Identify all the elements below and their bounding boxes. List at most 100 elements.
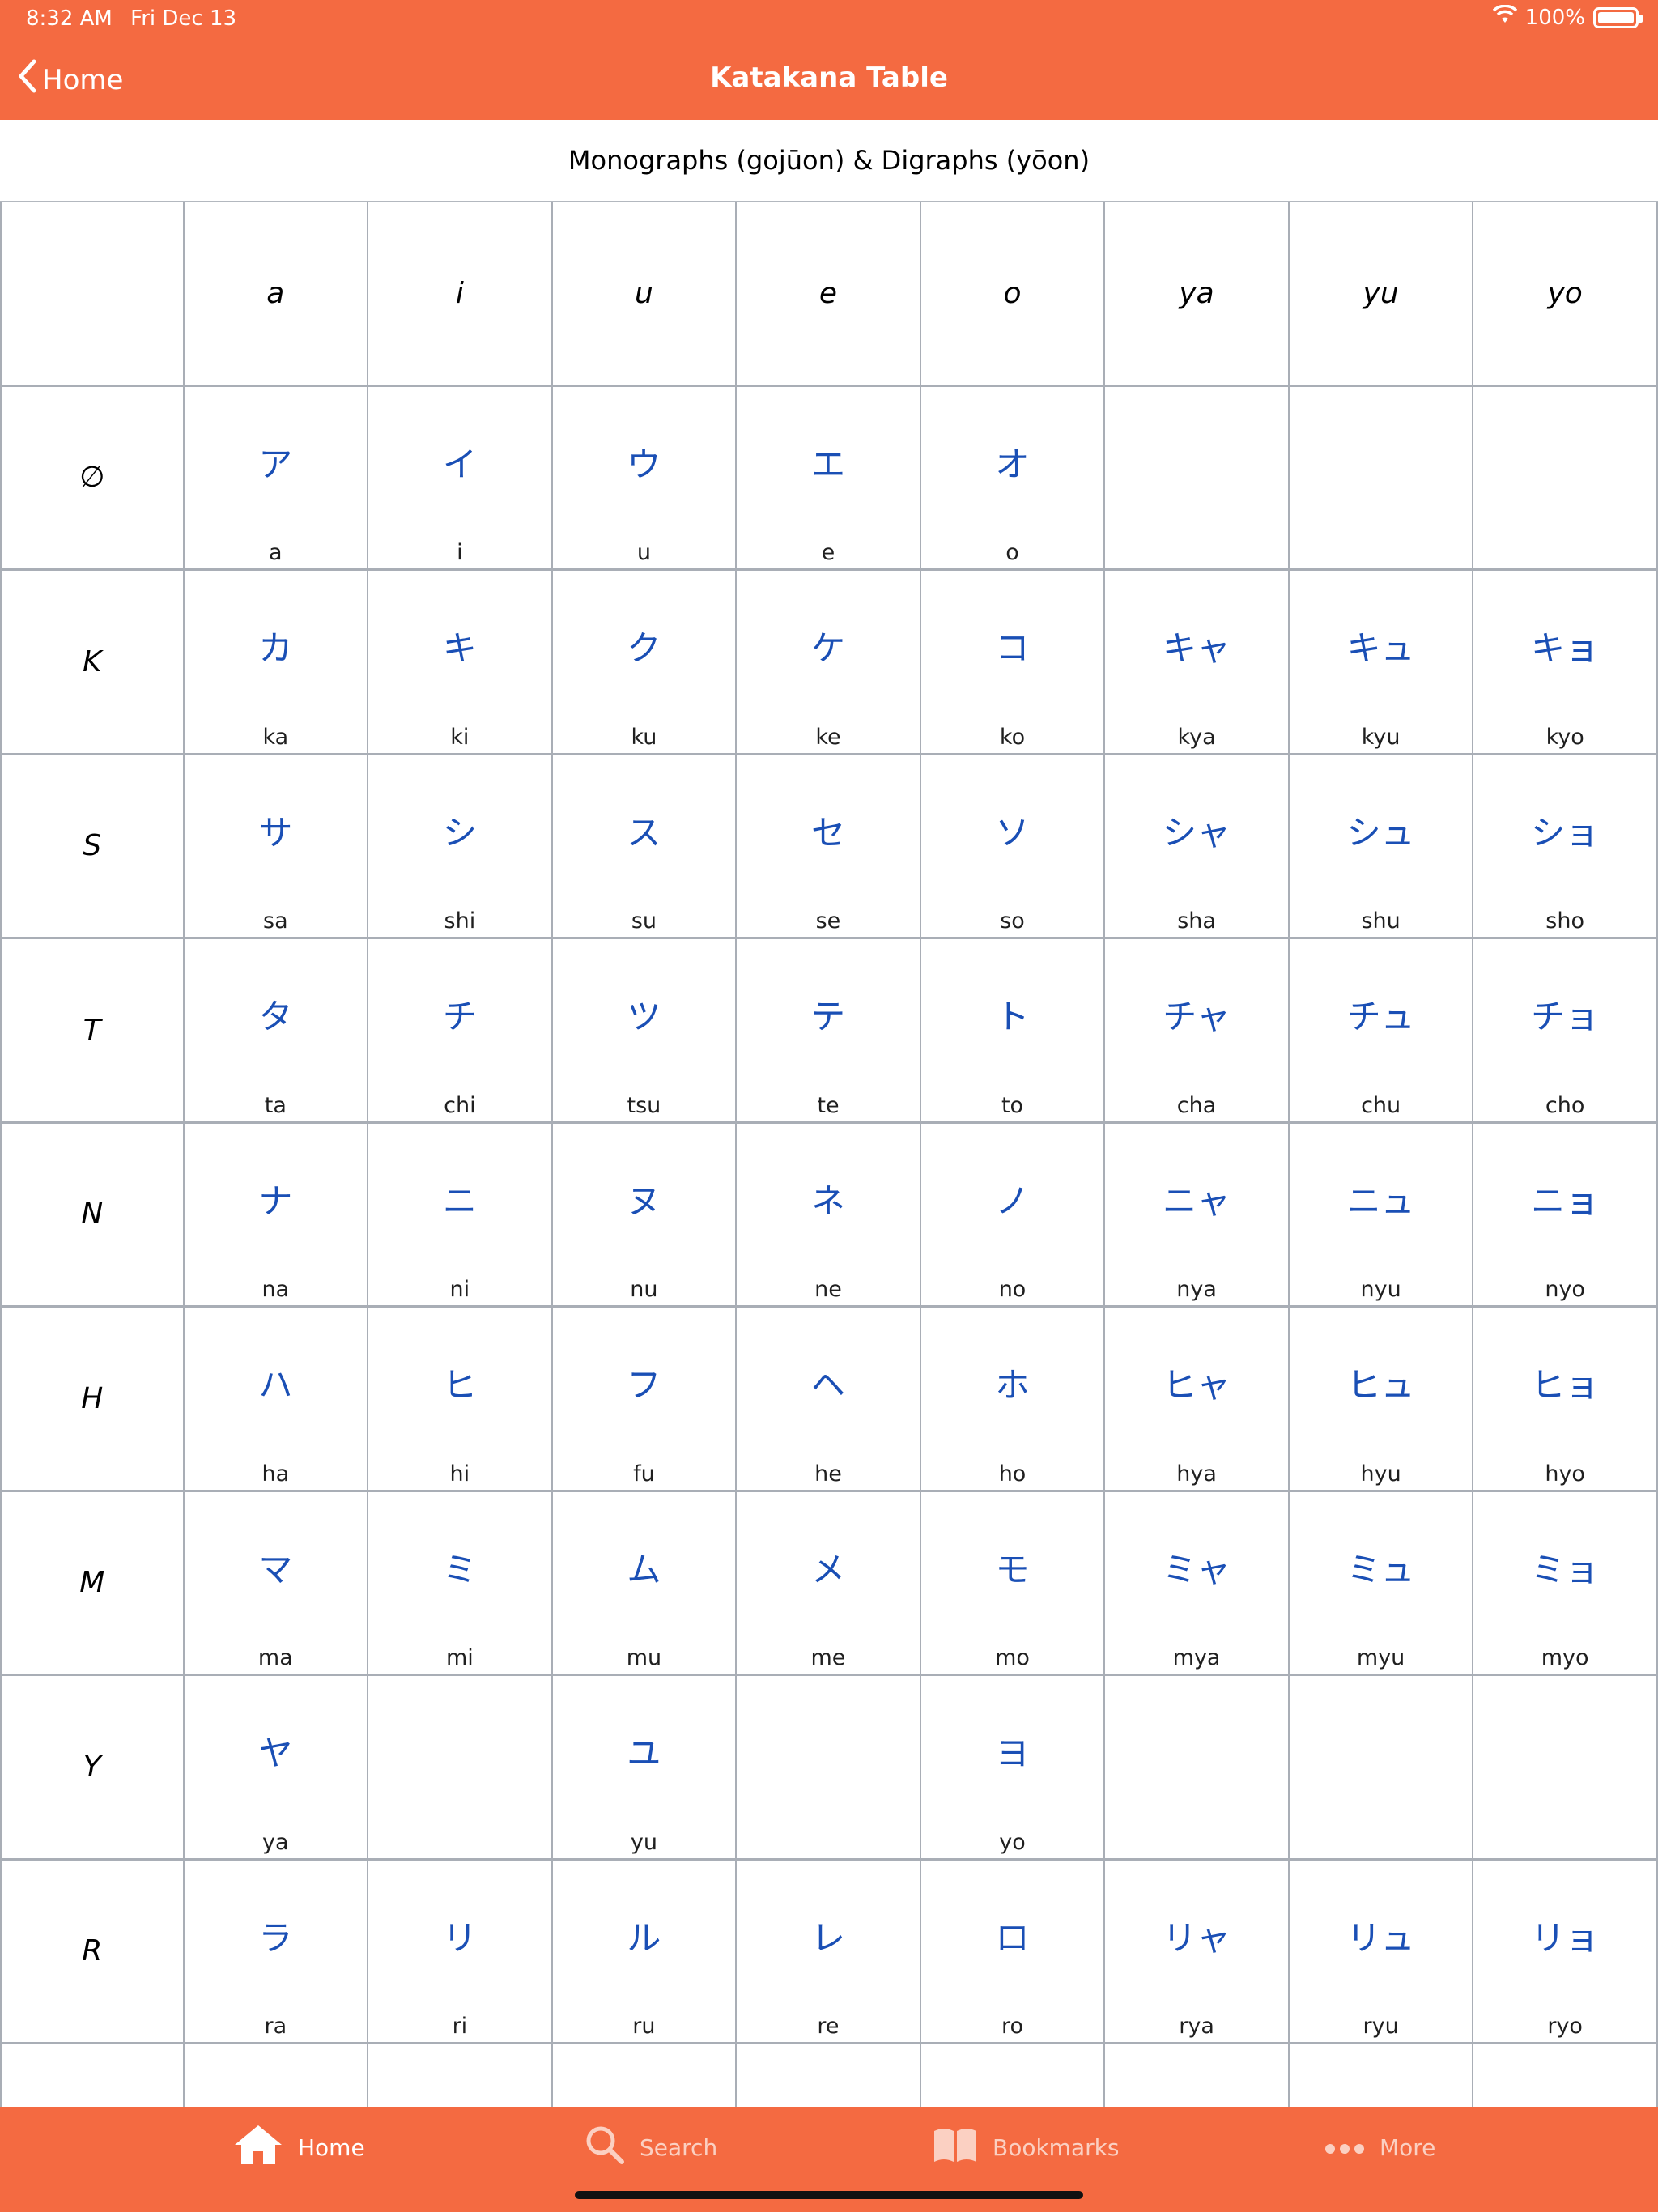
kana-cell[interactable]: ショ sho (1473, 755, 1658, 939)
kana-cell[interactable]: ニャ nya (1105, 1123, 1290, 1308)
kana-cell[interactable]: フ fu (552, 1308, 738, 1492)
tab-search[interactable]: Search (585, 2107, 717, 2188)
home-indicator (575, 2191, 1083, 2199)
kana-glyph: サ (258, 812, 293, 853)
kana-cell[interactable]: ヤ ya (184, 1676, 369, 1861)
kana-cell[interactable]: エe (737, 386, 921, 571)
status-clock: 8:32 AM (26, 6, 113, 31)
kana-cell[interactable]: ニョ nyo (1473, 1123, 1658, 1308)
romaji-label: chu (1361, 1092, 1401, 1118)
kana-cell[interactable]: ス su (552, 755, 738, 939)
kana-cell[interactable]: タ ta (184, 939, 369, 1124)
kana-cell[interactable]: ヨ yo (920, 1676, 1106, 1861)
kana-cell[interactable]: ミョ myo (1473, 1491, 1658, 1676)
kana-cell[interactable]: オo (920, 386, 1106, 571)
kana-cell[interactable]: ヒャ hya (1105, 1308, 1290, 1492)
kana-cell[interactable]: ヘ he (737, 1308, 921, 1492)
romaji-label: ryo (1547, 2014, 1583, 2039)
kana-cell[interactable]: ク ku (552, 571, 738, 755)
kana-cell[interactable]: ラ ra (184, 1860, 369, 2044)
kana-cell[interactable]: ミ mi (368, 1491, 553, 1676)
kana-cell[interactable]: リャ rya (1105, 1860, 1290, 2044)
kana-cell[interactable]: ネ ne (737, 1123, 921, 1308)
kana-cell[interactable]: ノ no (920, 1123, 1106, 1308)
romaji-label: sha (1177, 908, 1216, 934)
kana-cell[interactable]: サ sa (184, 755, 369, 939)
kana-glyph: ヨ (995, 1733, 1030, 1773)
kana-glyph: ア (258, 444, 293, 484)
kana-glyph: ツ (627, 997, 661, 1036)
romaji-label: ka (262, 724, 289, 750)
kana-cell[interactable]: ホ ho (920, 1308, 1106, 1492)
battery-percent: 100% (1524, 5, 1585, 30)
kana-cell[interactable]: ニュ nyu (1289, 1123, 1474, 1308)
kana-cell[interactable]: メ me (737, 1491, 921, 1676)
kana-cell[interactable]: チュ chu (1289, 939, 1474, 1124)
kana-cell[interactable]: ニ ni (368, 1123, 553, 1308)
kana-cell[interactable]: チャ cha (1105, 939, 1290, 1124)
empty-cell (1105, 2044, 1290, 2107)
kana-cell[interactable]: シ shi (368, 755, 553, 939)
kana-cell[interactable]: ヒュ hyu (1289, 1308, 1474, 1492)
kana-cell[interactable]: リ ri (368, 1860, 553, 2044)
kana-glyph: テ (810, 997, 845, 1036)
tab-home-label: Home (298, 2133, 365, 2161)
kana-cell[interactable]: セ se (737, 755, 921, 939)
kana-glyph: ケ (810, 628, 845, 668)
column-header: yo (1473, 202, 1658, 387)
romaji-label: nyu (1360, 1277, 1401, 1302)
kana-cell[interactable]: モ mo (920, 1491, 1106, 1676)
kana-cell[interactable]: ケ ke (737, 571, 921, 755)
tab-home[interactable]: Home (233, 2107, 365, 2188)
kana-cell[interactable]: キャ kya (1105, 571, 1290, 755)
kana-cell[interactable]: キ ki (368, 571, 553, 755)
row-label: K (0, 571, 185, 755)
kana-cell[interactable]: ソ so (920, 755, 1106, 939)
kana-cell[interactable]: シュ shu (1289, 755, 1474, 939)
kana-cell[interactable]: ル ru (552, 1860, 738, 2044)
nav-header: 8:32 AM Fri Dec 13 100% Home Katakana Ta… (0, 0, 1658, 120)
kana-cell[interactable]: ハ ha (184, 1308, 369, 1492)
kana-cell[interactable]: ロ ro (920, 1860, 1106, 2044)
kana-cell[interactable]: シャ sha (1105, 755, 1290, 939)
status-time: 8:32 AM Fri Dec 13 (26, 6, 236, 31)
kana-cell[interactable]: ト to (920, 939, 1106, 1124)
kana-cell[interactable]: キョ kyo (1473, 571, 1658, 755)
kana-cell[interactable]: ナ na (184, 1123, 369, 1308)
kana-cell[interactable]: ミャ mya (1105, 1491, 1290, 1676)
kana-glyph: ト (995, 997, 1030, 1036)
kana-cell[interactable]: キュ kyu (1289, 571, 1474, 755)
kana-cell[interactable]: チ chi (368, 939, 553, 1124)
kana-cell[interactable]: テ te (737, 939, 921, 1124)
kana-cell[interactable]: レ re (737, 1860, 921, 2044)
kana-cell[interactable]: カ ka (184, 571, 369, 755)
page-title: Katakana Table (710, 62, 948, 94)
romaji-label: se (815, 908, 841, 934)
kana-cell[interactable]: ヌ nu (552, 1123, 738, 1308)
kana-cell[interactable]: リュ ryu (1289, 1860, 1474, 2044)
wifi-icon (1492, 4, 1517, 30)
kana-glyph: コ (995, 628, 1030, 668)
kana-cell[interactable]: リョ ryo (1473, 1860, 1658, 2044)
empty-cell (1289, 386, 1474, 571)
kana-cell[interactable]: ミュ myu (1289, 1491, 1474, 1676)
tab-bookmarks[interactable]: Bookmarks (933, 2107, 1119, 2188)
table-row: H ハ ha ヒ hi フ fu ヘ he ホ ho ヒャ hya ヒュ hyu ヒョ hyo (0, 1308, 1658, 1492)
kana-cell[interactable]: ヒョ hyo (1473, 1308, 1658, 1492)
kana-cell[interactable]: ウu (552, 386, 738, 571)
tab-more[interactable]: More (1324, 2107, 1435, 2188)
kana-cell[interactable]: ツ tsu (552, 939, 738, 1124)
empty-cell (1290, 2044, 1474, 2107)
romaji-label: ho (998, 1461, 1027, 1487)
kana-cell[interactable]: マ ma (184, 1491, 369, 1676)
kana-cell[interactable]: ム mu (552, 1491, 738, 1676)
kana-cell[interactable]: コ ko (920, 571, 1106, 755)
kana-glyph: フ (627, 1365, 661, 1405)
kana-cell[interactable]: ヒ hi (368, 1308, 553, 1492)
kana-cell[interactable]: ユ yu (552, 1676, 738, 1861)
kana-glyph: ク (627, 628, 661, 668)
kana-cell[interactable]: イi (368, 386, 553, 571)
kana-cell[interactable]: アa (184, 386, 369, 571)
kana-cell[interactable]: チョ cho (1473, 939, 1658, 1124)
romaji-label: kyo (1545, 724, 1584, 750)
